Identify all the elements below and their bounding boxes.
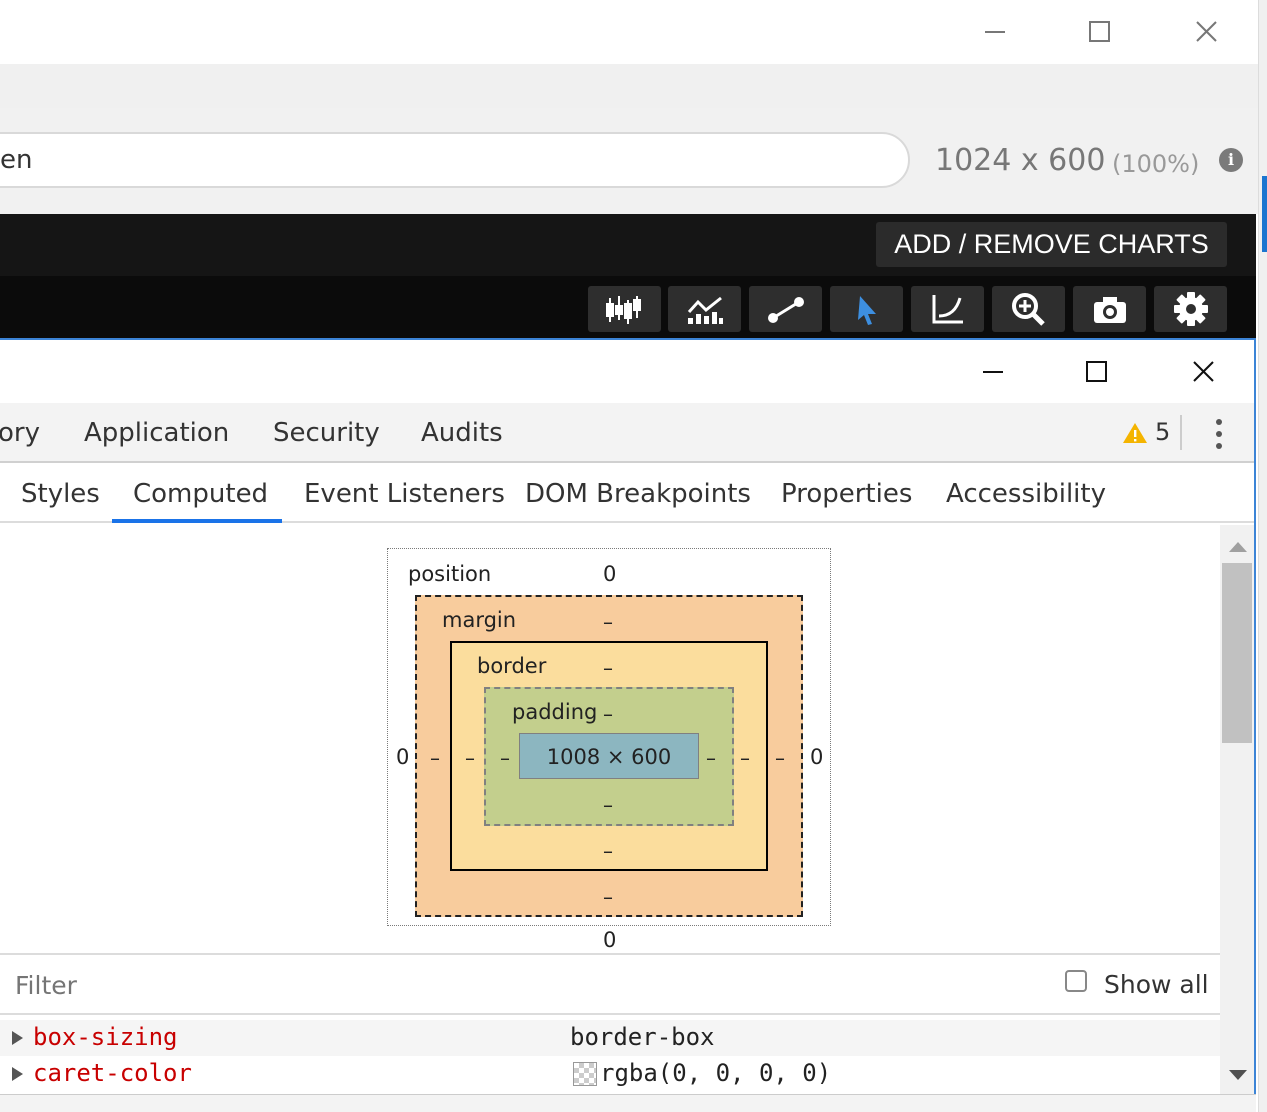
padding-label: padding [512,700,598,724]
position-label: position [408,562,492,586]
add-remove-charts-button[interactable]: ADD / REMOVE CHARTS [876,222,1227,267]
tab-memory[interactable]: ory [0,418,40,448]
minimize-icon[interactable] [975,12,1015,52]
scroll-down-arrow-icon[interactable] [1228,1066,1248,1085]
content-size[interactable]: 1008 × 600 [519,745,699,769]
browser-titlebar [0,0,1258,64]
border-top-value[interactable]: – [603,656,613,680]
studies-icon [606,296,641,324]
zoom-in-button[interactable] [992,286,1065,332]
info-icon[interactable]: i [1219,148,1243,172]
tab-security[interactable]: Security [273,418,380,448]
margin-left-value[interactable]: – [430,746,440,770]
scrollbar-thumb[interactable] [1222,563,1252,743]
padding-bottom-value[interactable]: – [603,793,613,817]
position-right-value[interactable]: 0 [810,745,823,769]
tab-styles[interactable]: Styles [21,479,100,509]
show-all-label[interactable]: Show all [1104,970,1209,999]
camera-button[interactable] [1073,286,1146,332]
margin-bottom-value[interactable]: – [603,885,613,909]
tab-event-listeners[interactable]: Event Listeners [304,479,505,509]
margin-right-value[interactable]: – [775,746,785,770]
chart-type-icon [687,296,723,324]
chart-type-button[interactable] [668,286,741,332]
border-left-value[interactable]: – [465,746,475,770]
property-value: border-box [570,1023,715,1051]
property-name: box-sizing [33,1023,178,1051]
tab-application[interactable]: Application [84,418,229,448]
position-top-value[interactable]: 0 [603,562,616,586]
devtools-titlebar [0,340,1254,403]
cursor-icon [858,296,876,325]
url-field[interactable] [0,132,910,188]
adjacent-window-accent [1262,176,1267,252]
maximize-icon[interactable] [1080,12,1120,52]
cursor-button[interactable] [830,286,903,332]
tab-audits[interactable]: Audits [421,418,503,448]
expand-arrow-icon[interactable] [12,1067,23,1081]
property-name: caret-color [33,1059,192,1087]
drawing-line-icon [768,297,804,323]
border-bottom-value[interactable]: – [603,839,613,863]
show-all-checkbox[interactable] [1065,970,1087,992]
tab-properties[interactable]: Properties [781,479,912,509]
expand-arrow-icon[interactable] [12,1031,23,1045]
settings-button[interactable] [1154,286,1227,332]
warning-icon[interactable] [1122,421,1148,449]
margin-top-value[interactable]: – [603,610,613,634]
property-value: rgba(0, 0, 0, 0) [600,1059,832,1087]
devtools-minimize-icon[interactable] [973,352,1013,392]
devtools-close-icon[interactable] [1183,352,1223,392]
curve-icon [932,295,963,324]
filter-input[interactable] [15,971,415,1000]
padding-top-value[interactable]: – [603,702,613,726]
scroll-up-arrow-icon[interactable] [1228,538,1248,557]
warning-count[interactable]: 5 [1155,418,1170,446]
devtools-maximize-icon[interactable] [1077,352,1117,392]
studies-button[interactable] [588,286,661,332]
adjacent-window-edge [1258,0,1267,1112]
position-left-value[interactable]: 0 [396,745,409,769]
drawing-line-button[interactable] [749,286,822,332]
border-label: border [477,654,547,678]
property-row[interactable]: box-sizing border-box [0,1020,1220,1056]
close-icon[interactable] [1186,12,1226,52]
tabs-divider [1180,415,1182,450]
padding-right-value[interactable]: – [706,746,716,770]
browser-tabstrip [0,64,1258,108]
zoom-in-icon [1012,293,1045,326]
margin-label: margin [442,608,517,632]
settings-gear-icon [1174,292,1208,326]
viewport-size: 1024 x 600 [935,143,1106,178]
padding-left-value[interactable]: – [500,746,510,770]
active-tab-indicator [112,519,282,523]
devtools-bottom-edge [0,1094,1256,1112]
tab-computed[interactable]: Computed [133,479,268,509]
border-right-value[interactable]: – [740,746,750,770]
tab-dom-breakpoints[interactable]: DOM Breakpoints [525,479,751,509]
camera-icon [1094,297,1126,323]
curve-button[interactable] [911,286,984,332]
property-row[interactable]: caret-color rgba(0, 0, 0, 0) [0,1056,1220,1092]
more-options-icon[interactable] [1214,417,1224,451]
color-swatch[interactable] [573,1062,597,1086]
url-text[interactable]: en [0,145,32,175]
position-bottom-value[interactable]: 0 [603,928,616,952]
viewport-zoom: (100%) [1112,150,1200,178]
tab-accessibility[interactable]: Accessibility [946,479,1106,509]
